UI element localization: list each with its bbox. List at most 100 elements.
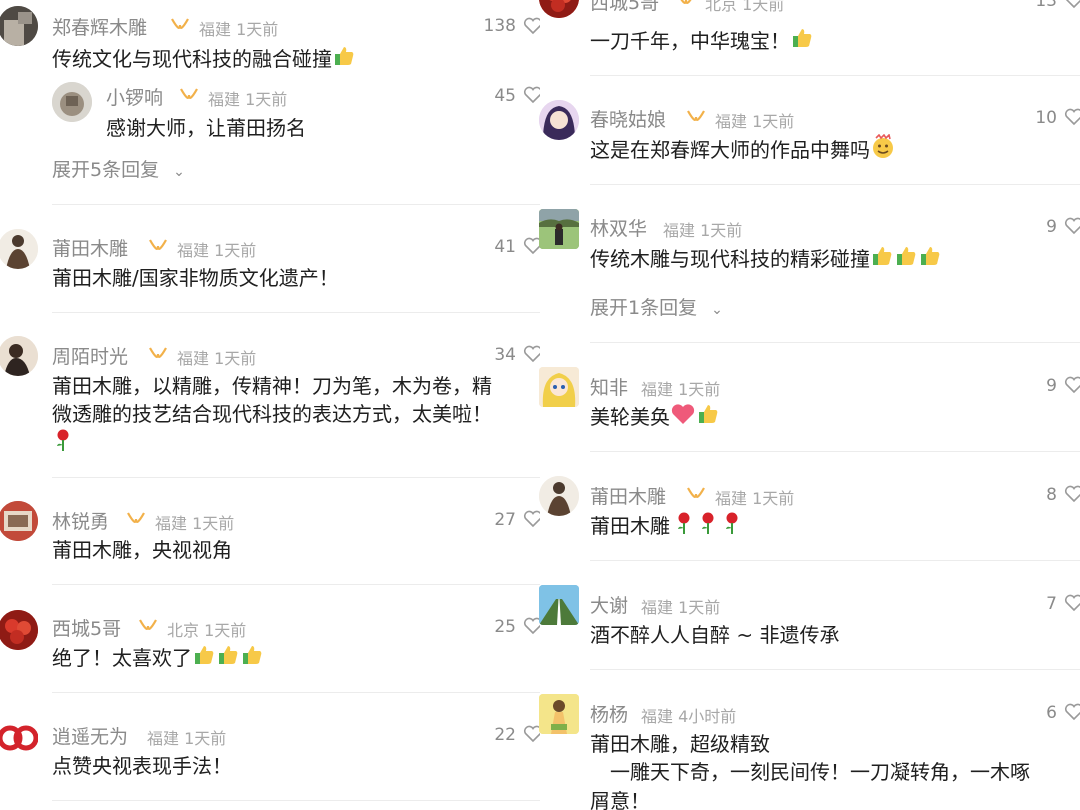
thumbs-up-icon	[192, 643, 216, 677]
timestamp: 1天前	[214, 349, 257, 368]
timestamp: 1天前	[742, 0, 785, 14]
avatar[interactable]	[0, 610, 38, 650]
username[interactable]: 林双华	[590, 214, 647, 241]
rose-icon	[696, 511, 720, 545]
like-heart-icon[interactable]	[1064, 485, 1080, 503]
comment-text: 传统文化与现代科技的融合碰撞	[52, 42, 356, 78]
creator-badge-icon	[149, 347, 167, 359]
like-count: 34	[494, 345, 516, 365]
username[interactable]: 春晓姑娘	[590, 105, 666, 132]
username[interactable]: 逍遥无为	[52, 722, 128, 749]
divider	[52, 204, 541, 205]
username[interactable]: 知非	[590, 373, 628, 400]
thumbs-up-icon	[918, 244, 942, 278]
comment-text: 莆田木雕	[590, 509, 744, 545]
comment-text: 莆田木雕/国家非物质文化遗产！	[52, 266, 339, 290]
like-count: 10	[1035, 108, 1057, 128]
username[interactable]: 大谢	[590, 591, 628, 618]
divider	[590, 669, 1080, 670]
avatar[interactable]	[0, 716, 38, 756]
username[interactable]: 林锐勇	[52, 507, 109, 534]
timestamp: 1天前	[678, 598, 721, 617]
location: 福建	[641, 707, 674, 726]
like-count: 9	[1046, 376, 1057, 396]
creator-badge-icon	[139, 619, 157, 631]
timestamp: 1天前	[214, 241, 257, 260]
rose-icon	[52, 428, 74, 462]
like-count: 41	[494, 237, 516, 257]
like-count: 45	[494, 86, 516, 106]
like-count: 9	[1046, 217, 1057, 237]
timestamp: 1天前	[752, 112, 795, 131]
like-count: 22	[494, 725, 516, 745]
comment-text-line: 微透雕的技艺结合现代科技的表达方式，太美啦！	[52, 402, 492, 426]
timestamp: 1天前	[752, 489, 795, 508]
username[interactable]: 西城5哥	[590, 0, 659, 15]
avatar[interactable]	[539, 694, 579, 734]
timestamp: 1天前	[184, 729, 227, 748]
like-heart-icon[interactable]	[1064, 703, 1080, 721]
location: 福建	[177, 349, 210, 368]
comment-column-right: 西城5哥 北京 1天前 13 一刀千年，中华瑰宝！ 春晓姑娘 福建 1天前 10…	[539, 0, 1080, 810]
thumbs-up-icon	[240, 643, 264, 677]
location: 北京	[167, 621, 200, 640]
username[interactable]: 西城5哥	[52, 614, 121, 641]
avatar[interactable]	[539, 0, 579, 18]
avatar[interactable]	[0, 336, 38, 376]
avatar[interactable]	[52, 82, 92, 122]
comment-text: 一刀千年，中华瑰宝！	[590, 24, 814, 60]
expand-replies-button[interactable]: 展开5条回复 ⌄	[52, 155, 185, 182]
like-count: 6	[1046, 703, 1057, 723]
like-count: 7	[1046, 594, 1057, 614]
location: 福建	[715, 489, 748, 508]
divider	[590, 342, 1080, 343]
comment-text: 绝了！太喜欢了	[52, 641, 264, 677]
like-heart-icon[interactable]	[1064, 0, 1080, 9]
heart-icon	[670, 402, 696, 436]
location: 福建	[177, 241, 210, 260]
username[interactable]: 莆田木雕	[52, 234, 128, 261]
divider	[52, 312, 541, 313]
avatar[interactable]	[0, 229, 38, 269]
comment-text: 感谢大师，让莆田扬名	[106, 116, 306, 140]
timestamp: 1天前	[192, 514, 235, 533]
thumbs-up-icon	[894, 244, 918, 278]
timestamp: 4小时前	[678, 707, 737, 726]
location: 北京	[705, 0, 738, 14]
username[interactable]: 莆田木雕	[590, 482, 666, 509]
timestamp: 1天前	[245, 90, 288, 109]
like-count: 138	[483, 16, 516, 36]
creator-badge-icon	[680, 0, 692, 5]
like-heart-icon[interactable]	[1064, 217, 1080, 235]
avatar[interactable]	[539, 585, 579, 625]
comment-text-line: 一雕天下奇，一刻民间传！一刀凝转角，一木啄	[590, 760, 1030, 784]
divider	[590, 75, 1080, 76]
location: 福建	[208, 90, 241, 109]
username[interactable]: 杨杨	[590, 700, 628, 727]
username[interactable]: 周陌时光	[52, 342, 128, 369]
comment-text: 美轮美奂	[590, 400, 720, 436]
location: 福建	[641, 598, 674, 617]
creator-badge-icon	[687, 487, 705, 499]
avatar[interactable]	[539, 367, 579, 407]
like-heart-icon[interactable]	[1064, 376, 1080, 394]
avatar[interactable]	[539, 476, 579, 516]
chevron-down-icon: ⌄	[711, 302, 723, 318]
avatar[interactable]	[0, 6, 38, 46]
avatar[interactable]	[539, 209, 579, 249]
like-heart-icon[interactable]	[1064, 594, 1080, 612]
chevron-down-icon: ⌄	[173, 164, 185, 180]
creator-badge-icon	[149, 239, 167, 251]
comment-text: 点赞央视表现手法！	[52, 754, 232, 778]
divider	[590, 184, 1080, 185]
avatar[interactable]	[0, 501, 38, 541]
avatar[interactable]	[539, 100, 579, 140]
like-heart-icon[interactable]	[1064, 108, 1080, 126]
party-face-icon	[870, 132, 896, 170]
creator-badge-icon	[127, 512, 145, 524]
like-count: 8	[1046, 485, 1057, 505]
like-count: 27	[494, 510, 516, 530]
expand-replies-button[interactable]: 展开1条回复 ⌄	[590, 293, 723, 320]
username[interactable]: 郑春辉木雕	[52, 13, 147, 40]
username[interactable]: 小锣响	[106, 83, 163, 110]
